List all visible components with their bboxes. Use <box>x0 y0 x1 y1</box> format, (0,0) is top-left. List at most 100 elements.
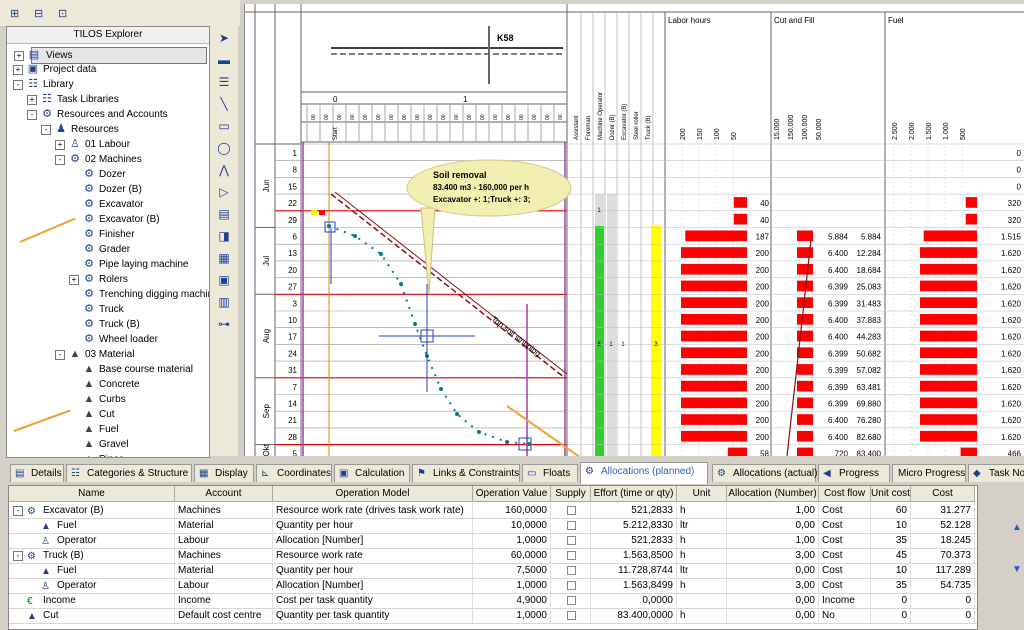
name-cell[interactable]: ♙ Operator <box>9 533 175 548</box>
tree-item[interactable]: ⚙ Dozer <box>7 167 207 182</box>
tree-item[interactable]: + ▣ Project data <box>7 62 207 77</box>
alloc-cell[interactable]: 3,00 <box>727 548 819 563</box>
effort-cell[interactable]: 521,2833 <box>591 533 677 548</box>
model-cell[interactable]: Cost per task quantity <box>273 593 473 608</box>
text-tool-icon[interactable]: ▤ <box>215 206 233 222</box>
unit-cell[interactable]: h <box>677 548 727 563</box>
alloc-cell[interactable]: 0,00 <box>727 593 819 608</box>
account-cell[interactable]: Labour <box>175 533 273 548</box>
tree-item[interactable]: ▲ Fuel <box>7 422 207 437</box>
tree-item[interactable]: + ☷ Task Libraries <box>7 92 207 107</box>
tree-item[interactable]: ▲ Curbs <box>7 392 207 407</box>
tree-item[interactable]: ⚙ Wheel loader <box>7 332 207 347</box>
ucost-cell[interactable]: 0 <box>871 608 911 623</box>
column-header[interactable]: Effort (time or qty) <box>591 486 677 502</box>
supply-checkbox[interactable] <box>567 551 576 560</box>
expand-icon[interactable]: + <box>13 65 23 75</box>
supply-checkbox-cell[interactable] <box>551 503 591 518</box>
cost-cell[interactable]: 0 <box>911 608 975 623</box>
tab-details[interactable]: ▤ Details <box>10 464 64 482</box>
column-header[interactable]: Operation Model <box>273 486 473 502</box>
effort-cell[interactable]: 5.212,8330 <box>591 518 677 533</box>
ucost-cell[interactable]: 10 <box>871 518 911 533</box>
name-cell[interactable]: ♙ Operator <box>9 578 175 593</box>
model-cell[interactable]: Quantity per task quantity <box>273 608 473 623</box>
flow-cell[interactable]: Cost <box>819 548 871 563</box>
supply-checkbox[interactable] <box>567 581 576 590</box>
tree-item[interactable]: ⚙ Trenching digging machir <box>7 287 209 302</box>
chart-tool-icon[interactable]: ▥ <box>215 294 233 310</box>
cost-cell[interactable]: 54.735 <box>911 578 975 593</box>
flow-cell[interactable]: Income <box>819 593 871 608</box>
model-cell[interactable]: Resource work rate <box>273 548 473 563</box>
alloc-cell[interactable]: 1,00 <box>727 533 819 548</box>
tree-item[interactable]: + ⚙ Rolers <box>7 272 207 287</box>
collapse-icon[interactable]: - <box>41 125 51 135</box>
tab-coordinates[interactable]: ⊾ Coordinates <box>256 464 332 482</box>
tree-item[interactable]: ▲ Pipes <box>7 452 207 457</box>
supply-checkbox-cell[interactable] <box>551 593 591 608</box>
effort-cell[interactable]: 0,0000 <box>591 593 677 608</box>
alloc-cell[interactable]: 0,00 <box>727 563 819 578</box>
effort-cell[interactable]: 521,2833 <box>591 503 677 518</box>
flow-cell[interactable]: Cost <box>819 518 871 533</box>
tree-item[interactable]: ▲ Cut <box>7 407 207 422</box>
image-tool-icon[interactable]: ▣ <box>215 272 233 288</box>
effort-cell[interactable]: 1.563,8500 <box>591 548 677 563</box>
tree-item[interactable]: ▲ Gravel <box>7 437 207 452</box>
effort-cell[interactable]: 83.400,0000 <box>591 608 677 623</box>
tab-categories-structure[interactable]: ☷ Categories & Structure <box>66 464 192 482</box>
table-tool-icon[interactable]: ☰ <box>215 74 233 90</box>
collapse-icon[interactable]: - <box>13 506 23 516</box>
table-row[interactable]: ▲ Fuel Material Quantity per hour 10,0000 5.2… <box>9 518 977 534</box>
table-row[interactable]: ▲ Fuel Material Quantity per hour 7,5000 11.7… <box>9 563 977 579</box>
tree-view-icon[interactable]: ⊡ <box>58 8 72 20</box>
flow-cell[interactable]: Cost <box>819 533 871 548</box>
tab-micro-progress[interactable]: Micro Progress <box>892 464 966 482</box>
tree-item[interactable]: ⚙ Excavator (B) <box>7 212 207 227</box>
scroll-up-icon[interactable]: ▲ <box>1012 522 1022 533</box>
expand-icon[interactable]: + <box>69 275 79 285</box>
tree-item[interactable]: ⚙ Excavator <box>7 197 207 212</box>
alloc-cell[interactable]: 1,00 <box>727 503 819 518</box>
ucost-cell[interactable]: 10 <box>871 563 911 578</box>
name-cell[interactable]: ▲ Fuel <box>9 518 175 533</box>
supply-checkbox[interactable] <box>567 611 576 620</box>
tab-floats[interactable]: ▭ Floats <box>522 464 578 482</box>
tab-links-constraints[interactable]: ⚑ Links & Constraints <box>412 464 520 482</box>
account-cell[interactable]: Machines <box>175 548 273 563</box>
account-cell[interactable]: Machines <box>175 503 273 518</box>
tree-item[interactable]: + ♙ 01 Labour <box>7 137 207 152</box>
account-cell[interactable]: Labour <box>175 578 273 593</box>
pattern-tool-icon[interactable]: ▦ <box>215 250 233 266</box>
name-cell[interactable]: ▲ Fuel <box>9 563 175 578</box>
supply-checkbox-cell[interactable] <box>551 563 591 578</box>
tab-display[interactable]: ▦ Display <box>194 464 254 482</box>
link-tool-icon[interactable]: ⊶ <box>215 316 233 332</box>
value-cell[interactable]: 4,9000 <box>473 593 551 608</box>
cost-cell[interactable]: 18.245 <box>911 533 975 548</box>
bar-tool-icon[interactable]: ▬ <box>215 52 233 68</box>
column-header[interactable]: Unit cost <box>871 486 911 502</box>
supply-checkbox[interactable] <box>567 521 576 530</box>
table-row[interactable]: - ⚙ Truck (B) Machines Resource work rate 60,… <box>9 548 977 564</box>
unit-cell[interactable] <box>677 593 727 608</box>
table-row[interactable]: ♙ Operator Labour Allocation [Number] 1,0000… <box>9 533 977 549</box>
polyline-tool-icon[interactable]: ⋀ <box>215 162 233 178</box>
supply-checkbox[interactable] <box>567 536 576 545</box>
unit-cell[interactable]: h <box>677 578 727 593</box>
pointer-tool-icon[interactable]: ➤ <box>215 30 233 46</box>
column-header[interactable]: Account <box>175 486 273 502</box>
supply-checkbox-cell[interactable] <box>551 608 591 623</box>
model-cell[interactable]: Quantity per hour <box>273 563 473 578</box>
ucost-cell[interactable]: 45 <box>871 548 911 563</box>
rectangle-tool-icon[interactable]: ▭ <box>215 118 233 134</box>
alloc-cell[interactable]: 0,00 <box>727 608 819 623</box>
polygon-tool-icon[interactable]: ▷ <box>215 184 233 200</box>
column-header[interactable]: Name <box>9 486 175 502</box>
collapse-icon[interactable]: - <box>55 350 65 360</box>
unit-cell[interactable]: ltr <box>677 563 727 578</box>
tab-calculation[interactable]: ▣ Calculation <box>334 464 410 482</box>
account-cell[interactable]: Default cost centre <box>175 608 273 623</box>
value-cell[interactable]: 7,5000 <box>473 563 551 578</box>
